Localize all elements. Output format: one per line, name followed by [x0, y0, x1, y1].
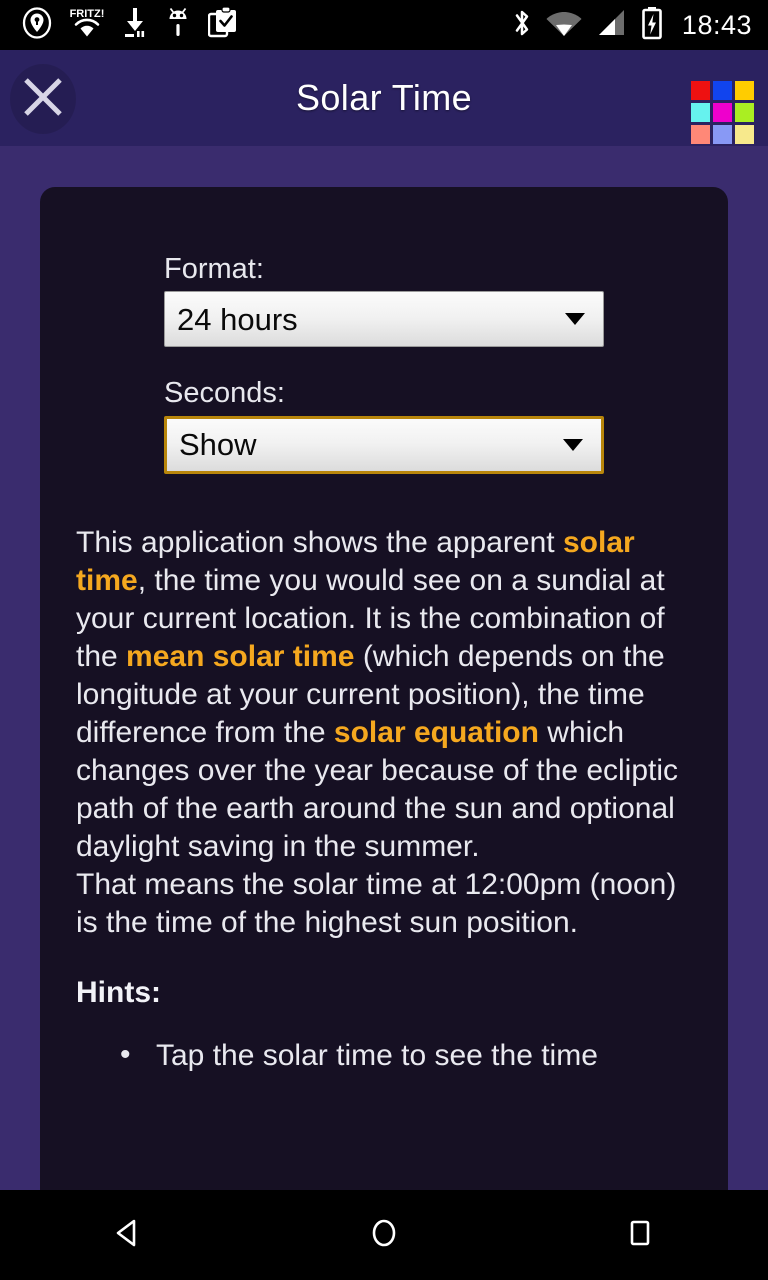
battery-charging-icon — [640, 6, 664, 45]
grid-cell-8 — [713, 125, 732, 144]
description-paragraph-1: This application shows the apparent sola… — [76, 524, 688, 866]
app-bar: Solar Time — [0, 50, 768, 146]
grid-cell-5 — [713, 103, 732, 122]
status-bar-left-icons: FRITZ! — [0, 5, 238, 45]
phone-screen: FRITZ! 18:43 Solar Time Format: 24 hours… — [0, 0, 768, 1280]
page-title: Solar Time — [295, 77, 473, 118]
format-select[interactable]: 24 hours — [164, 291, 604, 348]
recents-icon — [620, 1213, 660, 1258]
format-select-value: 24 hours — [177, 301, 298, 337]
bluetooth-icon — [511, 7, 533, 44]
grid-cell-9 — [735, 125, 754, 144]
desc-p1-a: This application shows the apparent — [76, 525, 563, 559]
home-button[interactable] — [324, 1190, 444, 1280]
back-icon — [108, 1213, 148, 1258]
grid-cell-2 — [713, 81, 732, 100]
description-paragraph-2: That means the solar time at 12:00pm (no… — [76, 867, 677, 939]
seconds-label: Seconds: — [164, 377, 285, 410]
navigation-bar — [0, 1190, 768, 1280]
color-grid-icon[interactable] — [691, 81, 754, 144]
cell-signal-icon — [595, 7, 627, 44]
status-bar: FRITZ! 18:43 — [0, 0, 768, 50]
back-button[interactable] — [68, 1190, 188, 1280]
desc-highlight-solar-equation: solar equation — [333, 715, 539, 749]
grid-cell-1 — [691, 81, 710, 100]
recents-button[interactable] — [580, 1190, 700, 1280]
settings-form: Format: 24 hours Seconds: Show — [40, 187, 728, 474]
home-icon — [364, 1213, 404, 1258]
settings-card: Format: 24 hours Seconds: Show This appl… — [40, 187, 728, 1190]
clipboard-check-icon — [207, 5, 238, 45]
location-icon — [22, 6, 52, 44]
svg-text:FRITZ!: FRITZ! — [70, 8, 105, 20]
format-label: Format: — [164, 253, 264, 285]
wifi-icon — [546, 7, 582, 44]
chevron-down-icon — [563, 438, 583, 451]
description-section: This application shows the apparent sola… — [40, 524, 728, 1076]
grid-cell-4 — [691, 103, 710, 122]
download-icon — [122, 6, 148, 45]
android-bug-icon — [165, 6, 191, 45]
desc-highlight-mean-solar-time: mean solar time — [126, 639, 355, 673]
grid-cell-6 — [735, 103, 754, 122]
seconds-select[interactable]: Show — [164, 415, 604, 474]
wifi-fritz-icon: FRITZ! — [69, 6, 105, 45]
content-area: Format: 24 hours Seconds: Show This appl… — [0, 146, 768, 1190]
hints-list: Tap the solar time to see the time — [76, 1035, 688, 1076]
chevron-down-icon — [565, 313, 585, 326]
status-bar-clock: 18:43 — [681, 9, 752, 40]
grid-cell-3 — [735, 81, 754, 100]
seconds-select-value: Show — [179, 427, 257, 463]
list-item: Tap the solar time to see the time — [120, 1035, 688, 1076]
status-bar-right-icons: 18:43 — [511, 6, 768, 45]
hints-heading: Hints: — [76, 975, 161, 1009]
grid-cell-7 — [691, 125, 710, 144]
